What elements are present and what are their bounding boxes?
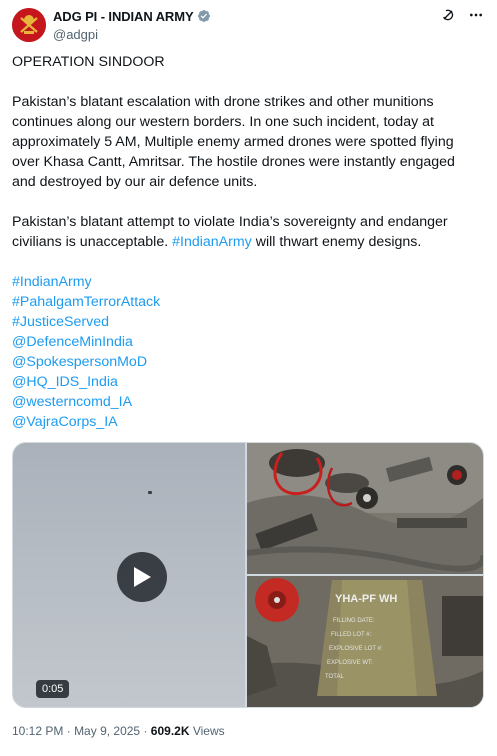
mention-link[interactable]: @SpokespersonMoD: [12, 352, 482, 372]
photo-munition[interactable]: YHA-PF WH FILLING DATE: FILLED LOT #: EX…: [247, 576, 483, 707]
tweet-meta: 10:12 PM · May 9, 2025 · 609.2K Views: [12, 724, 225, 738]
author-block: ADG PI - INDIAN ARMY @adgpi: [53, 8, 211, 42]
tweet-paragraph-1: Pakistan’s blatant escalation with drone…: [12, 94, 455, 190]
views-count: 609.2K: [150, 724, 190, 738]
stencil-line-4: EXPLOSIVE LOT #:: [329, 646, 383, 652]
tweet-paragraph-2: Pakistan’s blatant attempt to violate In…: [12, 212, 482, 252]
photo-column: YHA-PF WH FILLING DATE: FILLED LOT #: EX…: [247, 443, 483, 707]
mention-link[interactable]: @VajraCorps_IA: [12, 412, 482, 432]
tweet-time[interactable]: 10:12 PM: [12, 724, 63, 738]
tag-link[interactable]: #JusticeServed: [12, 312, 482, 332]
play-icon: [134, 567, 151, 587]
display-name[interactable]: ADG PI - INDIAN ARMY: [53, 9, 194, 24]
meta-separator: ·: [143, 724, 148, 738]
mention-link[interactable]: @westerncomd_IA: [12, 392, 482, 412]
more-icon[interactable]: [467, 6, 485, 24]
drone-speck: [148, 491, 152, 494]
stencil-line-2: FILLING DATE:: [333, 618, 375, 624]
stencil-line-3: FILLED LOT #:: [331, 632, 372, 638]
avatar[interactable]: [12, 8, 46, 42]
views-label: Views: [192, 724, 225, 738]
handle[interactable]: @adgpi: [53, 27, 211, 42]
play-button[interactable]: [117, 552, 167, 602]
grok-icon[interactable]: [439, 6, 457, 24]
tweet-text: OPERATION SINDOOR Pakistan’s blatant esc…: [12, 52, 482, 432]
tweet-actions-top: [439, 6, 485, 24]
video-duration: 0:05: [36, 680, 70, 698]
stencil-line-6: TOTAL: [325, 674, 344, 680]
tweet-heading: OPERATION SINDOOR: [12, 54, 165, 70]
mention-link[interactable]: @DefenceMinIndia: [12, 332, 482, 352]
tweet: ADG PI - INDIAN ARMY @adgpi OPERATION SI…: [0, 0, 497, 756]
photo-wreckage[interactable]: [247, 443, 483, 574]
paragraph-2-tail: will thwart enemy designs.: [255, 234, 422, 250]
verified-badge-icon: [197, 9, 211, 23]
stencil-line-5: EXPLOSIVE WT:: [327, 660, 373, 666]
stencil-line-1: YHA-PF WH: [335, 593, 397, 605]
tag-link[interactable]: #IndianArmy: [12, 272, 482, 292]
tag-link[interactable]: #PahalgamTerrorAttack: [12, 292, 482, 312]
tweet-date[interactable]: May 9, 2025: [74, 724, 140, 738]
video-player[interactable]: 0:05: [13, 443, 245, 707]
meta-separator: ·: [66, 724, 71, 738]
hashtag-link[interactable]: #IndianArmy: [172, 234, 252, 250]
media-grid: 0:05 YHA-PF WH FILLING DATE: FILLED LOT …: [12, 442, 484, 708]
mention-link[interactable]: @HQ_IDS_India: [12, 372, 482, 392]
